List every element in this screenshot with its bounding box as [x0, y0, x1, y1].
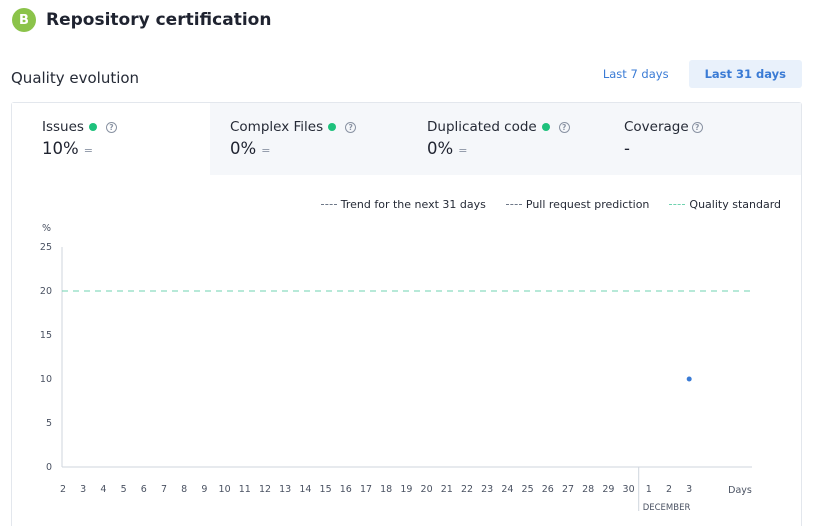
x-tick-label: 9: [201, 484, 207, 495]
x-tick-label: 2: [60, 484, 66, 495]
x-tick-label: 5: [121, 484, 127, 495]
x-tick-label: 16: [340, 484, 352, 495]
x-tick-label: 12: [259, 484, 271, 495]
data-point: [686, 376, 692, 382]
x-axis-label: Days: [728, 485, 752, 496]
quality-panel: Issues ? 10% = Complex Files ? 0% = Dupl…: [11, 102, 802, 526]
month-label: DECEMBER: [643, 503, 691, 513]
x-tick-label: 17: [360, 484, 372, 495]
x-tick-label: 25: [522, 484, 534, 495]
last-7-days-button[interactable]: Last 7 days: [593, 60, 679, 88]
y-tick-label: 0: [46, 462, 52, 473]
x-tick-label: 24: [501, 484, 513, 495]
x-tick-label: 22: [461, 484, 473, 495]
x-tick-label: 30: [623, 484, 635, 495]
x-tick-label: 29: [602, 484, 614, 495]
x-tick-label: 28: [582, 484, 594, 495]
y-axis-label: %: [42, 223, 51, 234]
x-tick-label: 6: [141, 484, 147, 495]
y-tick-label: 25: [40, 242, 52, 253]
section-title: Quality evolution: [11, 69, 140, 87]
x-tick-label: 18: [380, 484, 392, 495]
x-tick-label: 21: [441, 484, 453, 495]
y-tick-label: 20: [40, 286, 52, 297]
x-tick-label: 26: [542, 484, 554, 495]
x-tick-label: 7: [161, 484, 167, 495]
x-tick-label: 20: [421, 484, 433, 495]
x-tick-label: 8: [181, 484, 187, 495]
x-tick-label: 19: [400, 484, 412, 495]
x-tick-label: 4: [100, 484, 106, 495]
y-tick-label: 10: [40, 374, 52, 385]
x-tick-label: 3: [80, 484, 86, 495]
x-tick-label: 13: [279, 484, 291, 495]
x-tick-label: 11: [239, 484, 251, 495]
x-tick-label: 27: [562, 484, 574, 495]
x-tick-label: 3: [686, 484, 692, 495]
x-tick-label: 15: [320, 484, 332, 495]
last-31-days-button[interactable]: Last 31 days: [688, 60, 802, 88]
quality-chart: %05101520252 3 4 5 6 7 8 9 10 11 12 13 14 15 16 17 18 19 2…: [40, 223, 752, 513]
y-tick-label: 5: [46, 418, 52, 429]
x-tick-label: 1: [646, 484, 652, 495]
y-tick-label: 15: [40, 330, 52, 341]
x-tick-label: 23: [481, 484, 493, 495]
x-tick-label: 2: [666, 484, 672, 495]
date-range-switch: Last 7 days Last 31 days: [593, 60, 802, 88]
x-tick-label: 14: [299, 484, 311, 495]
grade-badge: B: [12, 8, 36, 32]
x-tick-label: 10: [219, 484, 231, 495]
page-title: Repository certification: [46, 10, 272, 30]
header: B Repository certification: [12, 8, 271, 32]
